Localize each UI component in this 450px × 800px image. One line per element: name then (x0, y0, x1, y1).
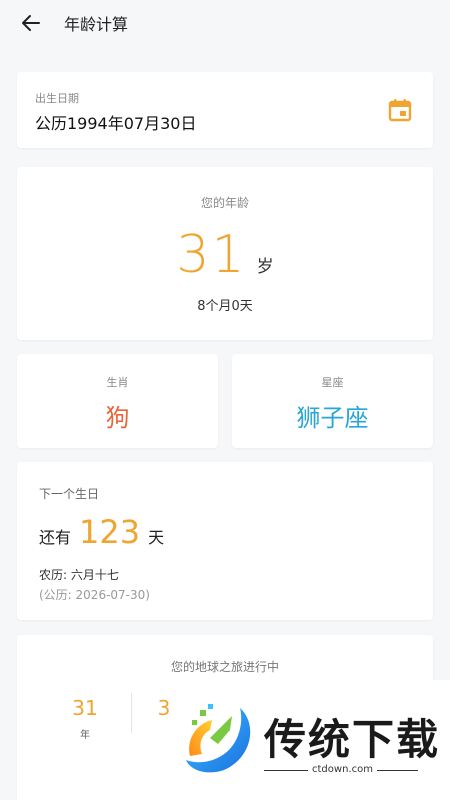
calendar-button[interactable] (387, 97, 413, 123)
journey-title: 您的地球之旅进行中 (170, 660, 279, 674)
birth-date-label: 出生日期 (35, 92, 79, 105)
birth-date-card[interactable]: 出生日期 公历1994年07月30日 (17, 72, 433, 148)
age-label: 您的年龄 (200, 196, 249, 210)
arrow-left-icon (22, 15, 40, 31)
watermark-url: ctdown.com (308, 764, 377, 775)
top-bar: 年龄计算 (0, 0, 450, 46)
star-sign-value: 狮子座 (296, 404, 369, 432)
age-detail: 8个月0天 (197, 299, 253, 314)
watermark-text: 传统下载 (264, 715, 441, 764)
journey-stat-years: 31 年 (50, 696, 120, 741)
countdown-prefix: 还有 (39, 528, 72, 547)
next-birthday-countdown: 还有 123 天 (39, 513, 164, 551)
age-years: 31 (176, 225, 247, 285)
next-birthday-label: 下一个生日 (39, 487, 100, 501)
star-sign-card: 星座 狮子座 (232, 354, 433, 448)
zodiac-card: 生肖 狗 (17, 354, 218, 448)
zodiac-label: 生肖 (106, 376, 129, 389)
watermark-logo-icon (186, 704, 251, 773)
calendar-icon (388, 99, 412, 122)
watermark: 传统下载 ctdown.com (170, 680, 450, 800)
solar-birthday: (公历: 2026-07-30) (39, 588, 150, 602)
star-sign-label: 星座 (321, 376, 344, 389)
lunar-birthday: 农历: 六月十七 (39, 568, 119, 582)
stat-value: 31 (72, 696, 98, 720)
back-button[interactable] (18, 10, 44, 36)
age-card: 您的年龄 31 岁 8个月0天 (17, 167, 433, 340)
age-main: 31 岁 (17, 225, 433, 285)
stat-unit: 年 (80, 730, 90, 741)
page-title: 年龄计算 (64, 15, 129, 34)
zodiac-value: 狗 (105, 404, 130, 432)
birth-date-value: 公历1994年07月30日 (35, 114, 197, 133)
age-unit: 岁 (256, 257, 274, 277)
countdown-unit: 天 (148, 528, 165, 547)
countdown-days: 123 (79, 513, 141, 551)
next-birthday-card: 下一个生日 还有 123 天 农历: 六月十七 (公历: 2026-07-30) (17, 462, 433, 620)
